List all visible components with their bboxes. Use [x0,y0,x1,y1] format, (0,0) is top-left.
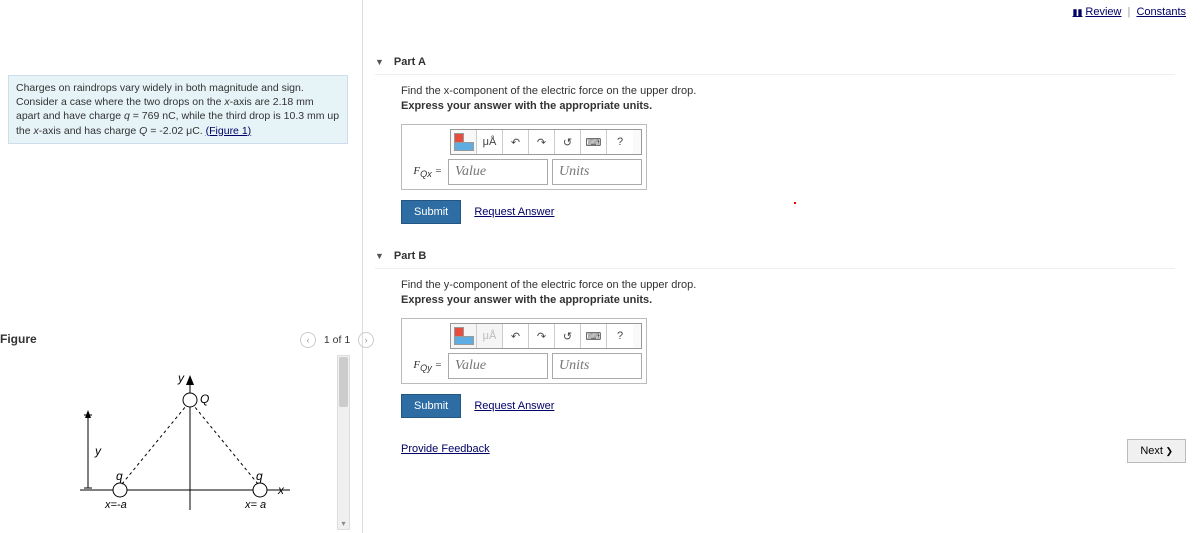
answer-toolbar-a: μÅ ↶ ↷ ↺ ⌨ ? [450,129,642,155]
figure-pager: ‹ 1 of 1 › [300,332,374,348]
units-button[interactable]: μÅ [477,130,503,154]
vertical-divider [362,0,363,533]
provide-feedback-link[interactable]: Provide Feedback [401,443,490,455]
cursor-dot [794,202,796,204]
redo-button[interactable]: ↷ [529,324,555,348]
next-button[interactable]: Next [1127,439,1186,463]
svg-text:x= a: x= a [244,499,266,511]
part-b-header[interactable]: ▼Part B [375,244,1175,268]
scroll-down-icon[interactable]: ▾ [338,518,349,529]
help-button[interactable]: ? [607,130,633,154]
part-a-question: Find the x-component of the electric for… [401,85,1175,97]
reset-button[interactable]: ↺ [555,324,581,348]
request-answer-a[interactable]: Request Answer [474,206,554,218]
svg-text:y: y [94,444,102,458]
problem-statement: Charges on raindrops vary widely in both… [8,75,348,144]
svg-text:q: q [256,469,263,483]
review-link[interactable]: Review [1073,6,1122,18]
request-answer-b[interactable]: Request Answer [474,400,554,412]
value-input-a[interactable] [448,159,548,185]
templates-button[interactable] [451,324,477,348]
answer-toolbar-b: μÅ ↶ ↷ ↺ ⌨ ? [450,323,642,349]
part-a: ▼Part A Find the x-component of the elec… [375,50,1175,224]
submit-button-b[interactable]: Submit [401,394,461,418]
svg-text:y: y [177,371,185,385]
constants-link[interactable]: Constants [1136,6,1186,18]
part-b-question: Find the y-component of the electric for… [401,279,1175,291]
svg-text:x: x [277,483,285,497]
lhs-label-b: FQy = [406,359,442,373]
reset-button[interactable]: ↺ [555,130,581,154]
collapse-icon: ▼ [375,57,384,67]
keyboard-button[interactable]: ⌨ [581,130,607,154]
prev-figure-button[interactable]: ‹ [300,332,316,348]
next-figure-button[interactable]: › [358,332,374,348]
undo-button[interactable]: ↶ [503,130,529,154]
figure-diagram: y Q q x=-a q x= a x y [60,360,320,530]
part-b: ▼Part B Find the y-component of the elec… [375,244,1175,418]
part-b-hint: Express your answer with the appropriate… [401,294,1175,306]
undo-button[interactable]: ↶ [503,324,529,348]
units-button[interactable]: μÅ [477,324,503,348]
help-button[interactable]: ? [607,324,633,348]
figure-scrollbar[interactable]: ▴ ▾ [337,355,350,530]
answer-box-b: μÅ ↶ ↷ ↺ ⌨ ? FQy = [401,318,647,384]
part-a-header[interactable]: ▼Part A [375,50,1175,74]
submit-button-a[interactable]: Submit [401,200,461,224]
part-a-hint: Express your answer with the appropriate… [401,100,1175,112]
units-input-b[interactable] [552,353,642,379]
units-input-a[interactable] [552,159,642,185]
svg-text:q: q [116,469,123,483]
templates-button[interactable] [451,130,477,154]
figure-link[interactable]: (Figure 1) [206,125,252,137]
scroll-thumb[interactable] [339,357,348,407]
svg-text:x=-a: x=-a [104,499,127,511]
svg-text:Q: Q [200,392,209,406]
lhs-label-a: FQx = [406,165,442,179]
answer-box-a: μÅ ↶ ↷ ↺ ⌨ ? FQx = [401,124,647,190]
top-links: Review | Constants [1073,6,1187,18]
value-input-b[interactable] [448,353,548,379]
collapse-icon: ▼ [375,251,384,261]
keyboard-button[interactable]: ⌨ [581,324,607,348]
redo-button[interactable]: ↷ [529,130,555,154]
figure-heading: Figure [0,332,37,346]
